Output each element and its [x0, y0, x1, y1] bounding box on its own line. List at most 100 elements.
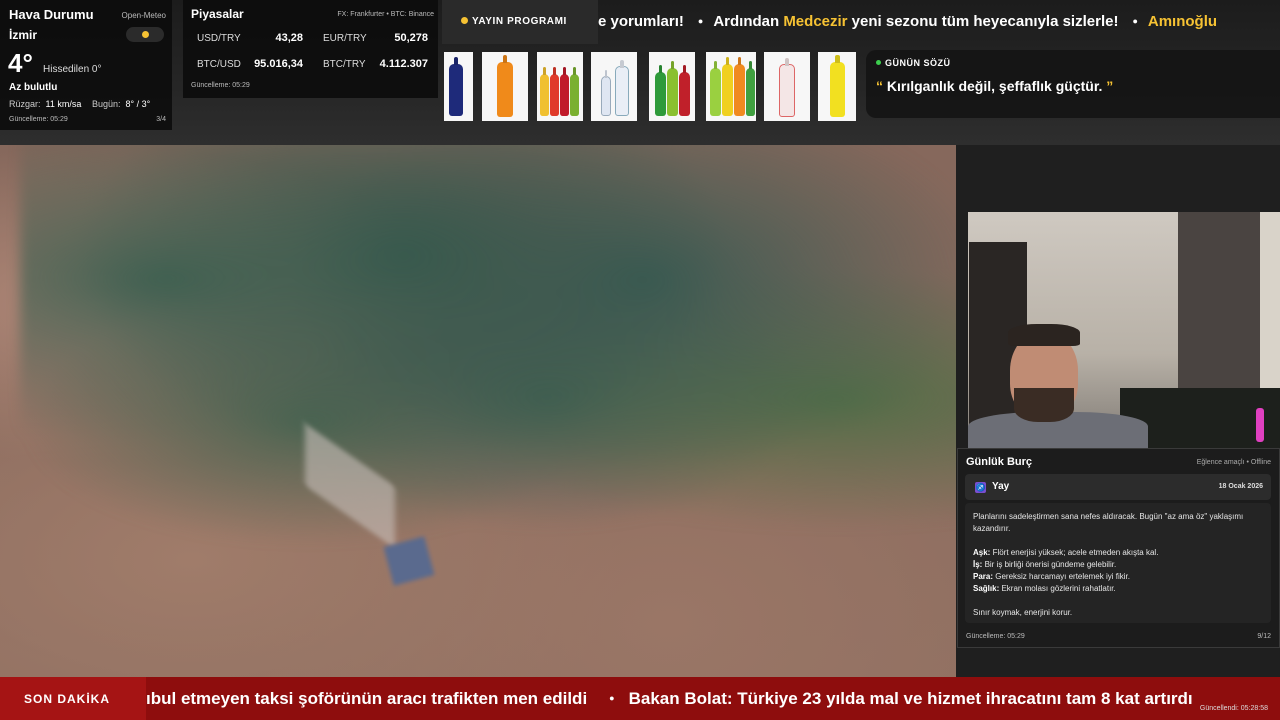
- horoscope-date: 18 Ocak 2026: [1218, 483, 1263, 490]
- weather-city: İzmir: [9, 28, 38, 42]
- horoscope-money: Para: Gereksiz harcamayı ertelemek iyi f…: [973, 571, 1263, 583]
- product-image: [482, 52, 528, 121]
- microphone-light: [1256, 408, 1264, 442]
- product-image: [706, 52, 756, 121]
- product-image: [649, 52, 695, 121]
- horoscope-intro: Planlarını sadeleştirmen sana nefes aldı…: [973, 512, 1244, 533]
- horoscope-meta: Eğlence amaçlı • Offline: [1196, 459, 1271, 466]
- bottle-icon: [679, 72, 690, 116]
- bottle-icon: [779, 64, 795, 117]
- horoscope-health: Sağlık: Ekran molası gözlerini rahatlatı…: [973, 583, 1263, 595]
- breaking-news-badge: SON DAKİKA: [0, 677, 146, 720]
- broadcast-schedule-text: YAYIN PROGRAMI: [472, 16, 567, 27]
- top-ticker-track: e yorumları! ● Ardından Medcezir yeni sezo…: [598, 13, 1217, 30]
- bottle-icon: [601, 76, 611, 116]
- breaking-news-bar: SON DAKİKA ıbul etmeyen taksi şoförünün …: [0, 677, 1280, 720]
- market-value-usdtry: 43,28: [275, 32, 303, 44]
- horoscope-page-indicator: 9/12: [1257, 633, 1271, 640]
- ticker-item: e yorumları!: [598, 13, 684, 30]
- bottle-icon: [497, 62, 513, 117]
- market-value-btcusd: 95.016,34: [254, 58, 303, 70]
- breaking-news-ticker: ıbul etmeyen taksi şoförünün aracı trafi…: [146, 677, 1280, 720]
- horoscope-love: Aşk: Flört enerjisi yüksek; acele etmede…: [973, 547, 1263, 559]
- bottle-icon: [746, 68, 755, 116]
- webcam-background: [1178, 212, 1260, 402]
- webcam-feed: [968, 212, 1280, 448]
- open-quote-icon: “: [876, 78, 887, 94]
- wind-value: 11 km/sa: [45, 99, 82, 109]
- bottle-icon: [722, 64, 733, 116]
- streamer-hair: [1008, 324, 1080, 346]
- bottle-icon: [655, 72, 666, 116]
- product-image: [537, 52, 583, 121]
- ticker-item: Amınoğlu: [1147, 13, 1218, 30]
- market-label-btctry: BTC/TRY: [323, 59, 366, 70]
- weather-wind: Rüzgar: 11 km/sa: [9, 99, 81, 109]
- ticker-highlight: Medcezir: [783, 13, 848, 30]
- horoscope-title: Günlük Burç: [966, 456, 1033, 468]
- bottle-icon: [550, 74, 559, 116]
- weather-updated: Güncelleme: 05:29: [9, 116, 68, 123]
- bottle-icon: [615, 66, 629, 116]
- sagittarius-icon: ♐: [975, 482, 986, 493]
- today-value: 8° / 3°: [125, 99, 151, 109]
- markets-source: FX: Frankfurter • BTC: Binance: [337, 11, 434, 18]
- horoscope-updated: Güncelleme: 05:29: [966, 633, 1025, 640]
- bottle-icon: [667, 68, 678, 116]
- horoscope-closing: Sınır koymak, enerjini korur.: [973, 608, 1073, 617]
- health-text: Ekran molası gözlerini rahatlatır.: [999, 584, 1116, 593]
- close-quote-icon: ”: [1102, 78, 1114, 94]
- bottle-icon: [560, 74, 569, 116]
- horoscope-sign-card: ♐ Yay 18 Ocak 2026: [965, 474, 1271, 500]
- work-label: İş:: [973, 560, 983, 569]
- weather-widget: Hava Durumu Open-Meteo İzmir 4° Hissedil…: [0, 0, 172, 130]
- today-label: Bugün:: [92, 99, 121, 109]
- ticker-item-post: yeni sezonu tüm heyecanıyla sizlerle!: [847, 13, 1119, 30]
- bullet-icon: ●: [697, 16, 704, 26]
- market-label-btcusd: BTC/USD: [197, 59, 241, 70]
- product-image: [444, 52, 473, 121]
- news-item: ıbul etmeyen taksi şoförünün aracı trafi…: [146, 689, 588, 708]
- streamer-beard: [1014, 388, 1074, 422]
- markets-updated: Güncelleme: 05:29: [191, 82, 250, 89]
- yellow-dot-icon: [461, 17, 468, 24]
- top-ticker: e yorumları! ● Ardından Medcezir yeni sezo…: [598, 0, 1280, 44]
- horoscope-body: Planlarını sadeleştirmen sana nefes aldı…: [965, 503, 1271, 623]
- weather-today: Bugün: 8° / 3°: [92, 99, 150, 109]
- broadcast-schedule-label: YAYIN PROGRAMI: [442, 0, 598, 44]
- market-label-usdtry: USD/TRY: [197, 33, 241, 44]
- news-item: Bakan Bolat: Türkiye 23 yılda mal ve hiz…: [628, 689, 1193, 708]
- money-text: Gereksiz harcamayı ertelemek iyi fikir.: [993, 572, 1130, 581]
- weather-sun-chip: [126, 27, 164, 42]
- weather-temperature: 4°: [8, 48, 33, 78]
- bullet-icon: ●: [609, 693, 615, 703]
- bottle-icon: [710, 68, 721, 116]
- health-label: Sağlık:: [973, 584, 1000, 593]
- product-image: [818, 52, 856, 121]
- quote-text-line: “ Kırılganlık değil, şeffaflık güçtür. ”: [876, 78, 1113, 94]
- love-text: Flört enerjisi yüksek; acele etmeden akı…: [990, 548, 1159, 557]
- weather-provider: Open-Meteo: [121, 11, 166, 20]
- bottle-icon: [830, 62, 845, 117]
- breaking-news-track: ıbul etmeyen taksi şoförünün aracı trafi…: [146, 689, 1193, 709]
- video-foliage: [20, 145, 956, 615]
- wind-label: Rüzgar:: [9, 99, 41, 109]
- market-value-btctry: 4.112.307: [379, 58, 428, 70]
- sun-icon: [142, 31, 149, 38]
- work-text: Bir iş birliği önerisi gündeme gelebilir…: [982, 560, 1117, 569]
- weather-page-indicator: 3/4: [156, 116, 166, 123]
- product-image: [591, 52, 637, 121]
- quote-label: GÜNÜN SÖZÜ: [885, 58, 951, 68]
- breaking-news-label: SON DAKİKA: [24, 692, 111, 706]
- markets-widget: Piyasalar FX: Frankfurter • BTC: Binance…: [183, 0, 438, 98]
- quote-text: Kırılganlık değil, şeffaflık güçtür.: [886, 78, 1103, 94]
- quote-of-the-day: GÜNÜN SÖZÜ “ Kırılganlık değil, şeffaflı…: [866, 50, 1280, 118]
- horoscope-work: İş: Bir iş birliği önerisi gündeme geleb…: [973, 559, 1263, 571]
- ticker-item-pre: Ardından: [713, 13, 784, 30]
- weather-feels-like: Hissedilen 0°: [43, 64, 102, 75]
- love-label: Aşk:: [973, 548, 991, 557]
- weather-condition: Az bulutlu: [9, 82, 58, 93]
- daily-horoscope-widget: Günlük Burç Eğlence amaçlı • Offline ♐ Y…: [957, 448, 1280, 648]
- money-label: Para:: [973, 572, 994, 581]
- bottle-icon: [734, 64, 745, 116]
